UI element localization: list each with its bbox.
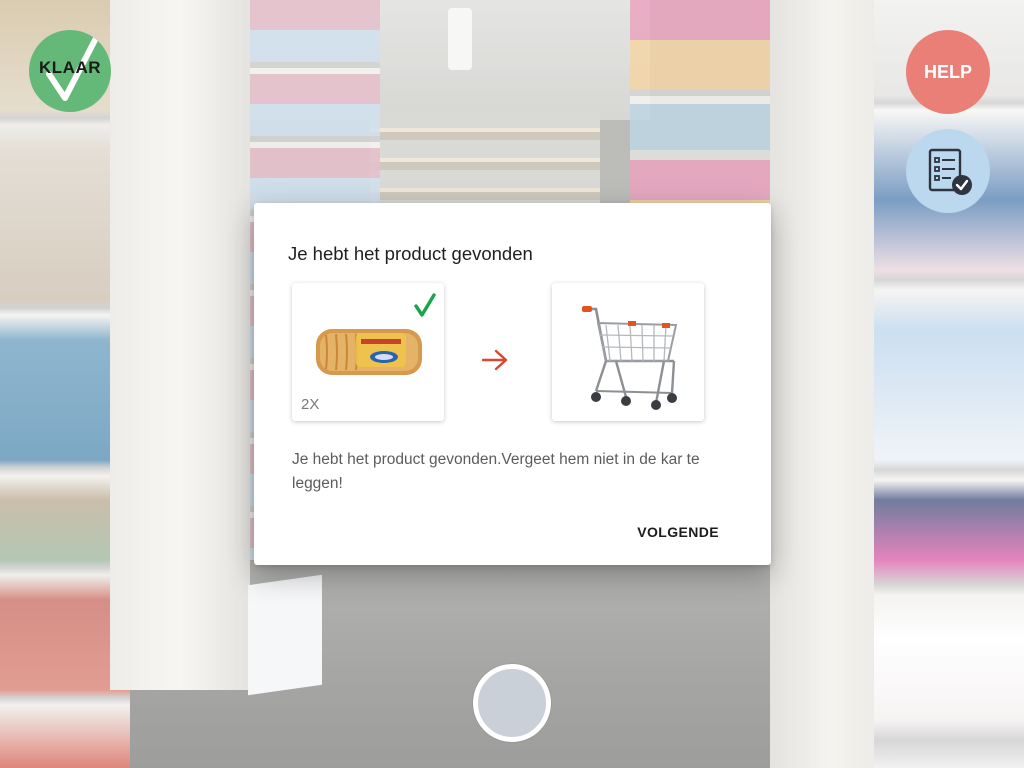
done-button[interactable]: KLAAR — [29, 30, 111, 112]
arrow-right-icon — [482, 349, 508, 371]
product-card: 2X — [292, 283, 444, 421]
checklist-icon — [928, 148, 972, 195]
dialog-title: Je hebt het product gevonden — [288, 243, 533, 264]
next-button[interactable]: VOLGENDE — [631, 520, 725, 544]
done-label: KLAAR — [39, 58, 101, 77]
shopping-list-button[interactable] — [906, 129, 990, 213]
help-button[interactable]: HELP — [906, 30, 990, 114]
shopping-cart-image — [582, 306, 678, 410]
found-check-icon — [414, 293, 436, 317]
product-found-dialog: Je hebt het product gevonden 2X Je hebt … — [254, 203, 771, 565]
camera-shutter-button[interactable] — [473, 664, 551, 742]
bread-product-image — [316, 329, 422, 375]
cart-card — [552, 283, 704, 421]
dialog-message: Je hebt het product gevonden.Vergeet hem… — [292, 451, 700, 492]
product-quantity: 2X — [301, 396, 320, 413]
